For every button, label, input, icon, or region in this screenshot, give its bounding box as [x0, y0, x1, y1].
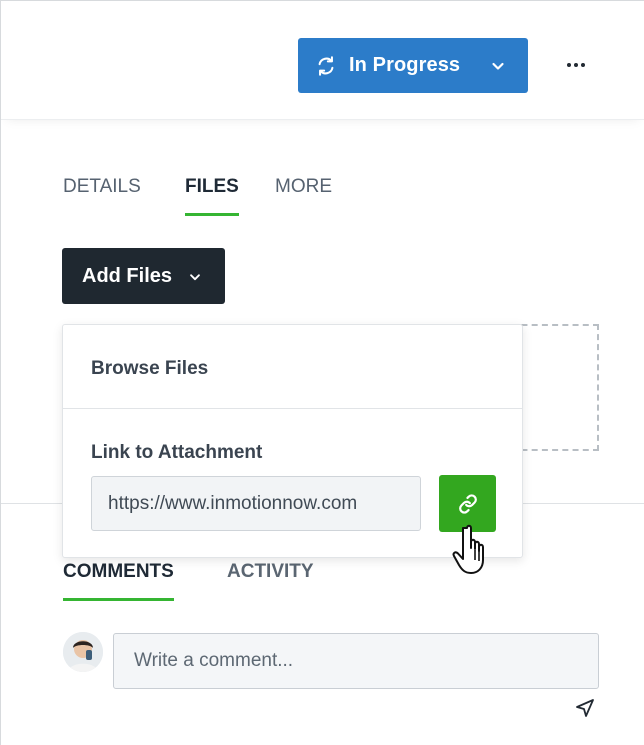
send-icon[interactable]: [575, 698, 595, 718]
link-icon: [458, 493, 477, 514]
more-icon: [567, 63, 585, 67]
tab-comments[interactable]: COMMENTS: [63, 561, 174, 601]
chevron-down-icon: [190, 274, 200, 281]
comment-input[interactable]: [113, 633, 599, 689]
tab-more[interactable]: MORE: [275, 176, 332, 216]
tab-activity[interactable]: ACTIVITY: [227, 561, 314, 601]
browse-files-label: Browse Files: [91, 358, 209, 379]
add-files-button[interactable]: Add Files: [62, 248, 225, 304]
tab-files[interactable]: FILES: [185, 176, 239, 216]
sync-icon: [318, 56, 334, 76]
status-label: In Progress: [349, 54, 461, 76]
task-panel: In Progress DETAILS FILES MORE Add Files…: [0, 0, 644, 745]
browse-files-item[interactable]: Browse Files: [63, 325, 522, 409]
more-options-button[interactable]: [561, 45, 591, 85]
status-button[interactable]: In Progress: [298, 38, 528, 93]
attachment-url-input[interactable]: [91, 476, 421, 531]
hand-cursor-icon: [452, 524, 484, 574]
add-files-label: Add Files: [82, 265, 173, 287]
panel-header: In Progress: [1, 1, 644, 120]
link-attachment-label: Link to Attachment: [91, 442, 263, 463]
tab-details[interactable]: DETAILS: [63, 176, 141, 216]
avatar: [63, 632, 103, 672]
chevron-down-icon: [492, 62, 504, 70]
